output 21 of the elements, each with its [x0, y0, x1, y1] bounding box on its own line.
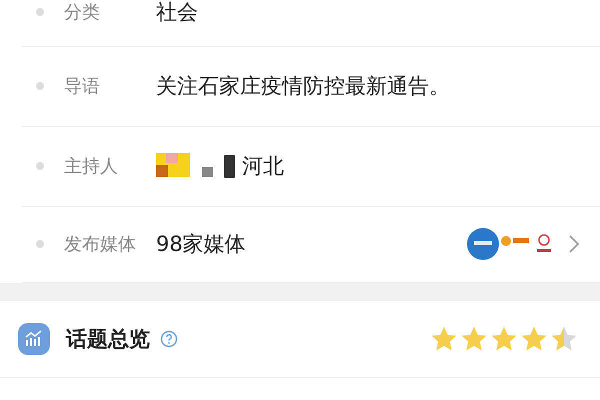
field-label: 发布媒体 [64, 233, 137, 256]
bullet-icon [36, 8, 44, 16]
bullet-icon [36, 240, 44, 248]
field-value: 98家媒体 [156, 231, 246, 258]
star-icon [430, 325, 458, 353]
star-icon [520, 325, 548, 353]
star-icon [490, 325, 518, 353]
field-label: 导语 [64, 75, 101, 98]
bullet-icon [36, 82, 44, 90]
field-value: 关注石家庄疫情防控最新通告。 [156, 73, 450, 100]
star-icon [460, 325, 488, 353]
field-label: 主持人 [64, 155, 119, 178]
star-icon [550, 325, 578, 353]
field-value: 社会 [156, 0, 198, 26]
field-label: 分类 [64, 0, 101, 24]
chart-icon [18, 323, 50, 355]
bullet-icon [36, 162, 44, 170]
chevron-right-icon[interactable] [568, 234, 580, 254]
help-icon[interactable] [160, 330, 178, 348]
field-value: 河北 [242, 153, 284, 180]
section-title: 话题总览 [66, 326, 150, 353]
